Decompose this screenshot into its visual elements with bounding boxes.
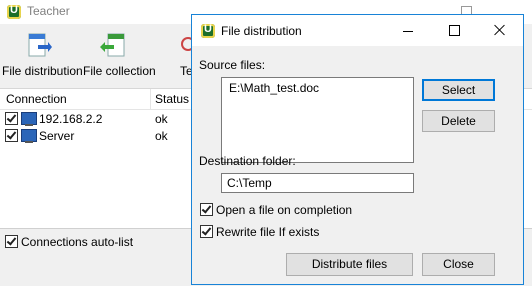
close-window-button[interactable]: [477, 15, 523, 46]
partial-toolbar-button[interactable]: Te: [170, 24, 191, 82]
file-collection-icon: [100, 32, 126, 58]
rewrite-if-exists-label: Rewrite file If exists: [216, 225, 320, 239]
source-files-list[interactable]: E:\Math_test.doc: [221, 77, 414, 163]
select-button[interactable]: Select: [422, 79, 495, 101]
row-checkbox[interactable]: [5, 112, 18, 125]
dialog-title-bar[interactable]: File distribution: [192, 15, 523, 46]
column-header-status[interactable]: Status: [155, 92, 189, 106]
close-button[interactable]: Close: [422, 253, 495, 276]
column-separator[interactable]: [150, 89, 151, 109]
delete-button[interactable]: Delete: [422, 110, 495, 132]
file-distribution-dialog: File distribution Source files: E:\Math_…: [191, 14, 524, 285]
dialog-app-icon: [201, 23, 215, 38]
status-cell: ok: [155, 112, 168, 126]
connection-cell: Server: [39, 129, 75, 143]
rewrite-if-exists-check[interactable]: [200, 225, 213, 238]
destination-folder-label: Destination folder:: [199, 154, 296, 168]
toolbar-label-partial: Te: [180, 64, 191, 78]
file-collection-toolbar-button[interactable]: File collection: [80, 24, 156, 82]
status-cell: ok: [155, 129, 168, 143]
list-item[interactable]: E:\Math_test.doc: [229, 81, 319, 95]
connection-cell: 192.168.2.2: [39, 112, 103, 126]
close-icon: [494, 24, 506, 36]
computer-icon: [21, 129, 37, 143]
maximize-button[interactable]: [431, 15, 477, 46]
table-row[interactable]: Server ok: [0, 128, 200, 145]
maximize-icon: [449, 25, 460, 36]
toolbar-label-file-distribution: File distribution: [2, 64, 83, 78]
open-on-completion-label: Open a file on completion: [216, 203, 353, 217]
minimize-icon: [403, 31, 413, 32]
row-checkbox[interactable]: [5, 129, 18, 142]
column-header-connection[interactable]: Connection: [6, 92, 67, 106]
distribute-files-button[interactable]: Distribute files: [286, 253, 413, 276]
dialog-title: File distribution: [221, 24, 302, 38]
open-on-completion-check[interactable]: [200, 203, 213, 216]
file-distribution-icon: [26, 32, 52, 58]
source-files-label: Source files:: [199, 58, 266, 72]
app-icon: [7, 4, 21, 19]
auto-list-check[interactable]: [5, 235, 18, 248]
computer-icon: [21, 112, 37, 126]
main-window-title: Teacher: [27, 4, 70, 18]
table-row[interactable]: 192.168.2.2 ok: [0, 111, 200, 128]
destination-folder-input[interactable]: [221, 173, 414, 193]
partial-tool-icon: [180, 32, 191, 58]
toolbar-label-file-collection: File collection: [83, 64, 156, 78]
file-distribution-toolbar-button[interactable]: File distribution: [0, 24, 83, 82]
auto-list-label: Connections auto-list: [21, 235, 134, 249]
minimize-button[interactable]: [385, 15, 431, 46]
